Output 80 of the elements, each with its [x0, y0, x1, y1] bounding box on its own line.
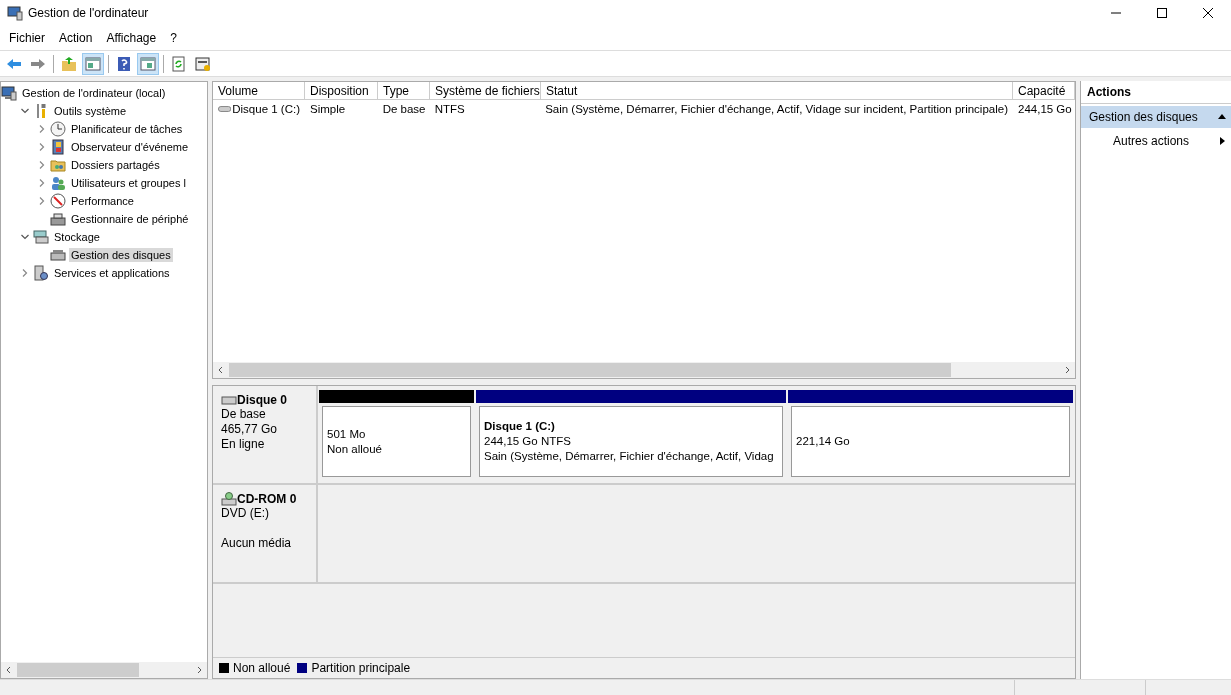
horizontal-scrollbar[interactable] — [1, 662, 207, 678]
disk-status: Aucun média — [221, 536, 293, 551]
disk-name: CD-ROM 0 — [237, 492, 297, 506]
table-cell: 244,15 Go — [1018, 103, 1072, 115]
partition-box[interactable]: Disque 1 (C:) 244,15 Go NTFS Sain (Système, Démarrer, Fichier d'échange, Actif, Vidag — [479, 406, 783, 477]
collapse-triangle-icon[interactable] — [1217, 112, 1227, 122]
partition-box[interactable]: 221,14 Go — [791, 406, 1070, 477]
help-icon — [116, 55, 132, 72]
tree-item[interactable]: Observateur d'événeme — [69, 140, 191, 154]
tree-item[interactable]: Gestionnaire de périphé — [69, 212, 191, 226]
users-icon — [50, 175, 66, 191]
partition-detail: Non alloué — [327, 441, 383, 457]
tree-item[interactable]: Planificateur de tâches — [69, 122, 185, 136]
column-header[interactable]: Volume — [213, 82, 305, 100]
action-item[interactable]: Autres actions — [1081, 128, 1231, 152]
disk-status: En ligne — [221, 437, 266, 452]
table-cell: Sain (Système, Démarrer, Fichier d'échange, Actif, Vidage sur incident, Partition principale) — [545, 103, 1008, 115]
partition-detail: Sain (Système, Démarrer, Fichier d'échange, Actif, Vidag — [484, 449, 775, 464]
column-header[interactable]: Disposition — [305, 82, 378, 100]
column-header[interactable]: Système de fichiers — [430, 82, 541, 100]
expand-chevron-icon[interactable] — [37, 124, 47, 134]
tree-item[interactable]: Services et applications — [52, 266, 172, 280]
clock-icon — [50, 121, 66, 137]
legend-label: Partition principale — [311, 661, 411, 675]
horizontal-scrollbar[interactable] — [213, 362, 1075, 378]
no-sign-icon — [50, 193, 66, 209]
collapse-chevron-icon[interactable] — [20, 232, 30, 242]
pane-icon — [85, 55, 101, 72]
properties-icon — [195, 55, 211, 72]
tree-item[interactable]: Dossiers partagés — [69, 158, 162, 172]
partition-detail: 221,14 Go — [796, 434, 851, 449]
menu-item[interactable]: Affichage — [99, 30, 164, 45]
refresh-icon — [171, 55, 187, 72]
cd-drive-icon — [221, 492, 237, 506]
computer-icon — [7, 4, 23, 21]
table-cell: NTFS — [434, 103, 465, 115]
actions-section-header[interactable]: Gestion des disques — [1081, 106, 1231, 128]
column-header[interactable]: Capacité — [1013, 82, 1075, 100]
folder-up-icon — [61, 55, 77, 72]
pane-icon — [140, 55, 156, 72]
menu-item[interactable]: Action — [52, 30, 100, 45]
drive-icon — [218, 104, 232, 114]
expand-chevron-icon[interactable] — [37, 142, 47, 152]
storage-icon — [33, 229, 49, 245]
menu-item[interactable]: ? — [163, 30, 184, 45]
expand-chevron-icon[interactable] — [37, 178, 47, 188]
tree-item[interactable]: Utilisateurs et groupes l — [69, 176, 188, 190]
column-header[interactable]: Statut — [541, 82, 1013, 100]
disk-name: Disque 0 — [237, 393, 287, 407]
tree-item[interactable]: Gestion des disques — [69, 248, 173, 262]
tree-item[interactable]: Stockage — [52, 230, 102, 244]
partition-name: Disque 1 (C:) — [484, 419, 556, 434]
expand-chevron-icon[interactable] — [20, 268, 30, 278]
expand-chevron-icon[interactable] — [37, 160, 47, 170]
actions-title: Actions — [1081, 81, 1231, 104]
disk-drive-icon — [50, 247, 66, 263]
tree-item[interactable]: Performance — [69, 194, 136, 208]
table-cell: Simple — [310, 103, 346, 115]
column-header[interactable]: Type — [378, 82, 430, 100]
device-icon — [50, 211, 66, 227]
computer-icon — [1, 85, 17, 101]
menu-item[interactable]: Fichier — [2, 30, 52, 45]
table-cell: De base — [382, 103, 426, 115]
table-cell: Disque 1 (C:) — [232, 103, 300, 115]
disk-size: 465,77 Go — [221, 422, 279, 437]
tree-item[interactable]: Outils système — [52, 104, 129, 118]
legend-label: Non alloué — [233, 661, 291, 675]
window-title: Gestion de l'ordinateur — [28, 5, 149, 20]
tree-item[interactable]: Gestion de l'ordinateur (local) — [20, 86, 168, 100]
disk-drive-icon — [221, 393, 237, 407]
partition-detail: 244,15 Go NTFS — [484, 434, 572, 449]
disk-type: DVD (E:) — [221, 506, 270, 521]
partition-detail: 501 Mo — [327, 426, 367, 442]
partition-box[interactable]: 501 Mo Non alloué — [322, 406, 471, 477]
expand-chevron-icon[interactable] — [37, 196, 47, 206]
folder-icon — [50, 157, 66, 173]
notebook-icon — [50, 139, 66, 155]
submenu-triangle-icon — [1217, 136, 1227, 146]
disk-type: De base — [221, 407, 267, 422]
collapse-chevron-icon[interactable] — [20, 106, 30, 116]
